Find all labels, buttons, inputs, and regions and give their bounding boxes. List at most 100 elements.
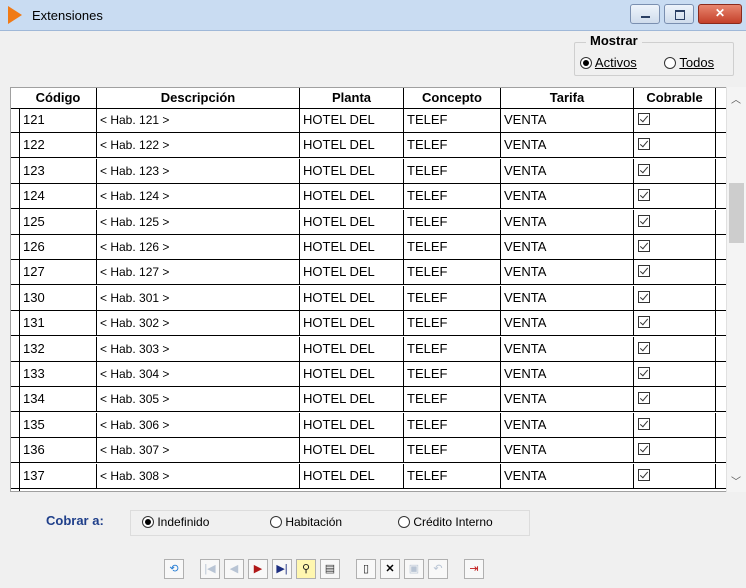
cell-descripcion[interactable]: < Hab. 122 >: [97, 133, 300, 158]
cell-tarifa[interactable]: VENTA: [501, 362, 634, 386]
cell-tarifa[interactable]: VENTA: [501, 412, 634, 437]
cell-planta[interactable]: HOTEL DEL: [300, 209, 404, 234]
table-row[interactable]: 127 < Hab. 127 > HOTEL DEL TELEF VENTA: [11, 260, 727, 286]
cell-codigo[interactable]: 136: [20, 438, 97, 463]
cell-concepto[interactable]: TELEF: [404, 285, 501, 310]
cell-codigo[interactable]: 121: [20, 108, 97, 132]
search-button[interactable]: ⚲: [296, 559, 316, 579]
cobrable-checkbox[interactable]: [638, 113, 650, 125]
scroll-up-icon[interactable]: ︿: [731, 91, 741, 106]
cell-planta[interactable]: HOTEL DEL: [300, 311, 404, 336]
prev-record-button[interactable]: ◀: [224, 559, 244, 579]
column-header-planta[interactable]: Planta: [300, 88, 404, 108]
cell-cobrable[interactable]: [634, 209, 716, 234]
cell-tarifa[interactable]: VENTA: [501, 209, 634, 234]
radio-habitacion-indicator[interactable]: [270, 516, 282, 528]
cell-codigo[interactable]: 130: [20, 285, 97, 310]
cell-codigo[interactable]: 135: [20, 412, 97, 437]
column-header-concepto[interactable]: Concepto: [404, 88, 501, 108]
cell-cobrable[interactable]: [634, 158, 716, 183]
scroll-down-icon[interactable]: ﹀: [731, 473, 741, 488]
cell-planta[interactable]: HOTEL DEL: [300, 184, 404, 209]
cell-planta[interactable]: HOTEL DEL: [300, 438, 404, 463]
cell-planta[interactable]: HOTEL DEL: [300, 387, 404, 412]
table-row[interactable]: 124 < Hab. 124 > HOTEL DEL TELEF VENTA: [11, 184, 727, 210]
vertical-scrollbar[interactable]: ︿ ﹀: [726, 87, 746, 492]
cell-cobrable[interactable]: [634, 133, 716, 158]
cell-tarifa[interactable]: VENTA: [501, 108, 634, 132]
cell-planta[interactable]: HOTEL DEL: [300, 362, 404, 386]
cell-descripcion[interactable]: < Hab. 307 >: [97, 438, 300, 463]
cobrable-checkbox[interactable]: [638, 163, 650, 176]
cell-planta[interactable]: HOTEL DEL: [300, 412, 404, 437]
cell-tarifa[interactable]: VENTA: [501, 184, 634, 209]
first-record-button[interactable]: |◀: [200, 559, 220, 579]
cell-concepto[interactable]: TELEF: [404, 463, 501, 488]
table-row[interactable]: 131 < Hab. 302 > HOTEL DEL TELEF VENTA: [11, 311, 727, 337]
cell-concepto[interactable]: TELEF: [404, 158, 501, 183]
cell-concepto[interactable]: TELEF: [404, 311, 501, 336]
cell-codigo[interactable]: 125: [20, 209, 97, 234]
cell-planta[interactable]: HOTEL DEL: [300, 108, 404, 132]
cell-concepto[interactable]: TELEF: [404, 362, 501, 386]
cell-codigo[interactable]: 131: [20, 311, 97, 336]
cell-descripcion[interactable]: < Hab. 302 >: [97, 311, 300, 336]
cell-tarifa[interactable]: VENTA: [501, 311, 634, 336]
cell-codigo[interactable]: 127: [20, 260, 97, 285]
save-button[interactable]: ▣: [404, 559, 424, 579]
cell-concepto[interactable]: TELEF: [404, 336, 501, 361]
table-row[interactable]: 123 < Hab. 123 > HOTEL DEL TELEF VENTA: [11, 158, 727, 184]
cobrable-checkbox[interactable]: [638, 417, 650, 430]
radio-indefinido[interactable]: Indefinido: [142, 515, 209, 529]
cell-descripcion[interactable]: < Hab. 304 >: [97, 362, 300, 386]
exit-button[interactable]: ⇥: [464, 559, 484, 579]
cell-tarifa[interactable]: VENTA: [501, 260, 634, 285]
cell-codigo[interactable]: 133: [20, 362, 97, 386]
cell-cobrable[interactable]: [634, 463, 716, 488]
cell-descripcion[interactable]: < Hab. 126 >: [97, 235, 300, 259]
cobrable-checkbox[interactable]: [638, 189, 650, 202]
table-row[interactable]: 122 < Hab. 122 > HOTEL DEL TELEF VENTA: [11, 133, 727, 159]
cell-cobrable[interactable]: [634, 184, 716, 209]
cell-concepto[interactable]: TELEF: [404, 387, 501, 412]
cell-tarifa[interactable]: VENTA: [501, 158, 634, 183]
cell-tarifa[interactable]: VENTA: [501, 133, 634, 158]
cobrable-checkbox[interactable]: [638, 240, 650, 252]
cell-descripcion[interactable]: < Hab. 306 >: [97, 412, 300, 437]
undo-button[interactable]: ↶: [428, 559, 448, 579]
table-row[interactable]: 126 < Hab. 126 > HOTEL DEL TELEF VENTA: [11, 235, 727, 260]
last-record-button[interactable]: ▶|: [272, 559, 292, 579]
cell-planta[interactable]: HOTEL DEL: [300, 133, 404, 158]
cell-cobrable[interactable]: [634, 235, 716, 259]
table-row[interactable]: 134 < Hab. 305 > HOTEL DEL TELEF VENTA: [11, 387, 727, 413]
cobrable-checkbox[interactable]: [638, 265, 650, 278]
radio-credito-interno-indicator[interactable]: [398, 516, 410, 528]
table-row[interactable]: 121 < Hab. 121 > HOTEL DEL TELEF VENTA: [11, 108, 727, 133]
cell-planta[interactable]: HOTEL DEL: [300, 260, 404, 285]
cell-cobrable[interactable]: [634, 438, 716, 463]
cobrable-checkbox[interactable]: [638, 392, 650, 405]
radio-activos-indicator[interactable]: [580, 57, 592, 69]
cell-cobrable[interactable]: [634, 108, 716, 132]
cell-codigo[interactable]: 124: [20, 184, 97, 209]
cell-cobrable[interactable]: [634, 387, 716, 412]
table-row[interactable]: 137 < Hab. 308 > HOTEL DEL TELEF VENTA: [11, 463, 727, 489]
cell-codigo[interactable]: 122: [20, 133, 97, 158]
cell-concepto[interactable]: TELEF: [404, 260, 501, 285]
cell-descripcion[interactable]: < Hab. 121 >: [97, 108, 300, 132]
radio-habitacion[interactable]: Habitación: [270, 515, 342, 529]
maximize-button[interactable]: [664, 4, 694, 24]
cell-descripcion[interactable]: < Hab. 308 >: [97, 463, 300, 488]
cell-planta[interactable]: HOTEL DEL: [300, 336, 404, 361]
cobrable-checkbox[interactable]: [638, 138, 650, 151]
extensions-table[interactable]: Código Descripción Planta Concepto Tarif…: [10, 87, 746, 492]
cell-cobrable[interactable]: [634, 412, 716, 437]
cell-concepto[interactable]: TELEF: [404, 412, 501, 437]
delete-button[interactable]: ✕: [380, 559, 400, 579]
cell-planta[interactable]: HOTEL DEL: [300, 285, 404, 310]
table-row[interactable]: 125 < Hab. 125 > HOTEL DEL TELEF VENTA: [11, 209, 727, 235]
cell-descripcion[interactable]: < Hab. 125 >: [97, 209, 300, 234]
cell-descripcion[interactable]: < Hab. 305 >: [97, 387, 300, 412]
radio-todos[interactable]: Todos: [664, 55, 714, 70]
close-button[interactable]: ✕: [698, 4, 742, 24]
